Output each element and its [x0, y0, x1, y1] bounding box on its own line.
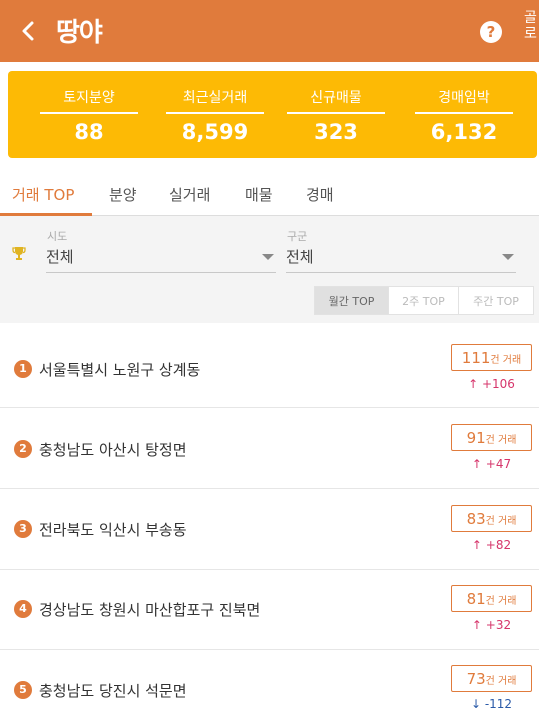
sido-value: 전체 — [46, 248, 74, 266]
stat-label: 경매임박 — [415, 87, 513, 114]
deal-count-badge[interactable]: 81건 거래 — [451, 585, 532, 612]
stat-value: 8,599 — [181, 120, 249, 144]
deal-count: 83 — [466, 510, 486, 528]
gugun-value: 전체 — [286, 248, 314, 266]
trophy-icon — [12, 247, 26, 260]
region-name[interactable]: 경상남도 창원시 마산합포구 진북면 — [39, 599, 260, 620]
stat-auction-soon[interactable]: 경매임박 6,132 — [415, 87, 513, 144]
deal-delta: ↑ +82 — [451, 538, 532, 552]
arrow-up-icon: ↑ — [471, 538, 486, 552]
stat-value: 88 — [74, 120, 104, 144]
rank-badge: 5 — [14, 681, 32, 699]
stat-value: 323 — [314, 120, 358, 144]
summary-stats-panel: 토지분양 88 최근실거래 8,599 신규매물 323 경매임박 6,132 — [8, 71, 537, 158]
rank-badge: 2 — [14, 440, 32, 458]
arrow-up-icon: ↑ — [471, 618, 486, 632]
arrow-down-icon: ↓ — [470, 697, 485, 711]
stat-land-sale[interactable]: 토지분양 88 — [40, 87, 138, 144]
deal-unit: 건 거래 — [485, 676, 517, 687]
delta-value: -112 — [484, 697, 513, 711]
arrow-up-icon: ↑ — [468, 377, 482, 391]
period-monthly-button[interactable]: 월간 TOP — [314, 286, 389, 315]
deal-delta: ↓ -112 — [451, 697, 532, 711]
deal-unit: 건 거래 — [490, 355, 522, 366]
back-arrow-icon[interactable] — [16, 18, 42, 44]
sido-label: 시도 — [47, 230, 68, 243]
delta-value: +47 — [485, 457, 512, 471]
stat-label: 신규매물 — [287, 87, 385, 114]
period-weekly-button[interactable]: 주간 TOP — [458, 286, 534, 315]
sido-select[interactable]: 전체 — [46, 246, 276, 273]
stat-value: 6,132 — [430, 120, 498, 144]
deal-unit: 건 거래 — [485, 435, 517, 446]
ranking-row[interactable]: 4 경상남도 창원시 마산합포구 진북면 81건 거래 ↑ +32 — [0, 570, 539, 650]
deal-count: 73 — [466, 670, 486, 688]
region-name[interactable]: 충청남도 당진시 석문면 — [39, 680, 187, 701]
arrow-up-icon: ↑ — [471, 457, 486, 471]
delta-value: +32 — [485, 618, 512, 632]
region-name[interactable]: 전라북도 익산시 부송동 — [39, 519, 187, 540]
rank-badge: 4 — [14, 600, 32, 618]
chevron-down-icon — [502, 254, 514, 260]
deal-count-badge[interactable]: 111건 거래 — [451, 344, 532, 371]
ranking-row[interactable]: 1 서울특별시 노원구 상계동 111건 거래 ↑ +106 — [0, 328, 539, 408]
deal-count: 111 — [461, 349, 491, 367]
stat-recent-deals[interactable]: 최근실거래 8,599 — [166, 87, 264, 144]
deal-delta: ↑ +106 — [451, 377, 532, 391]
help-icon[interactable]: ? — [480, 21, 502, 43]
deal-count-badge[interactable]: 91건 거래 — [451, 424, 532, 451]
chevron-down-icon — [262, 254, 274, 260]
period-biweekly-button[interactable]: 2주 TOP — [388, 286, 459, 315]
app-logo: 땅야 — [56, 18, 103, 48]
deal-count: 91 — [466, 429, 486, 447]
tab-presale[interactable]: 분양 — [109, 184, 137, 205]
tab-listings[interactable]: 매물 — [245, 184, 273, 205]
deal-unit: 건 거래 — [485, 516, 517, 527]
stat-label: 토지분양 — [40, 87, 138, 114]
deal-delta: ↑ +32 — [451, 618, 532, 632]
delta-value: +82 — [485, 538, 512, 552]
rank-badge: 1 — [14, 360, 32, 378]
rank-badge: 3 — [14, 520, 32, 538]
category-tabs: 거래 TOP 분양 실거래 매물 경매 — [0, 170, 539, 216]
delta-value: +106 — [481, 377, 515, 391]
region-name[interactable]: 서울특별시 노원구 상계동 — [39, 359, 200, 380]
ranking-row[interactable]: 2 충청남도 아산시 탕정면 91건 거래 ↑ +47 — [0, 409, 539, 489]
stat-label: 최근실거래 — [166, 87, 264, 114]
filter-panel: 시도 전체 구군 전체 월간 TOP 2주 TOP 주간 TOP — [0, 216, 539, 323]
deal-delta: ↑ +47 — [451, 457, 532, 471]
tab-trade-top[interactable]: 거래 TOP — [12, 184, 74, 205]
ranking-row[interactable]: 5 충청남도 당진시 석문면 73건 거래 ↓ -112 — [0, 650, 539, 724]
gugun-label: 구군 — [287, 230, 308, 243]
deal-unit: 건 거래 — [485, 596, 517, 607]
region-name[interactable]: 충청남도 아산시 탕정면 — [39, 439, 187, 460]
tab-real-deals[interactable]: 실거래 — [169, 184, 210, 205]
gugun-select[interactable]: 전체 — [286, 246, 516, 273]
stat-new-listings[interactable]: 신규매물 323 — [287, 87, 385, 144]
header-cutoff-text: 골로 — [524, 10, 537, 42]
deal-count: 81 — [466, 590, 486, 608]
deal-count-badge[interactable]: 73건 거래 — [451, 665, 532, 692]
ranking-row[interactable]: 3 전라북도 익산시 부송동 83건 거래 ↑ +82 — [0, 490, 539, 570]
app-header: 땅야 ? 골로 — [0, 0, 539, 62]
tab-auction[interactable]: 경매 — [306, 184, 334, 205]
deal-count-badge[interactable]: 83건 거래 — [451, 505, 532, 532]
